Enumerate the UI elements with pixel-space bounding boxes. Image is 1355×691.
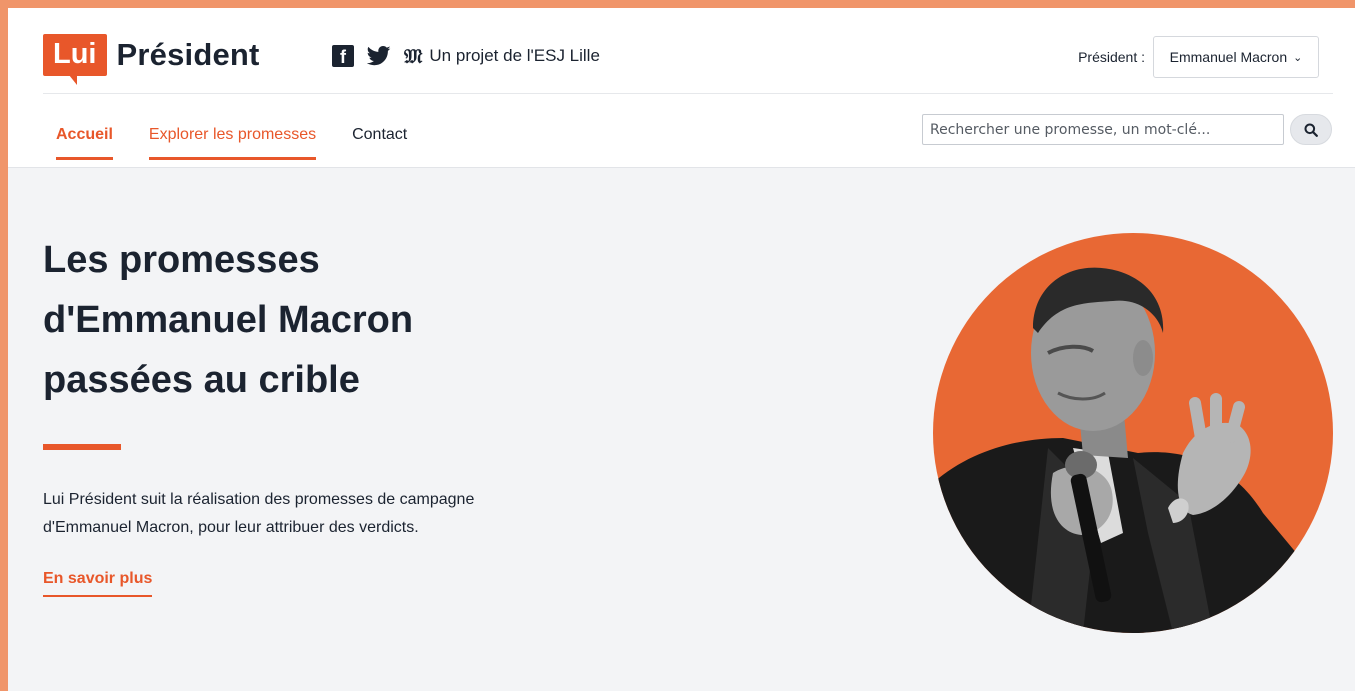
chevron-down-icon: ⌄	[1293, 51, 1303, 64]
search-icon	[1304, 123, 1318, 137]
president-portrait	[933, 233, 1333, 633]
main-nav: Accueil Explorer les promesses Contact	[43, 126, 443, 160]
logo-badge: Lui	[43, 34, 107, 85]
le-monde-icon[interactable]: 𝔐	[404, 44, 422, 68]
portrait-illustration	[933, 267, 1333, 633]
nav-item-accueil[interactable]: Accueil	[56, 126, 113, 160]
hero-accent-rule	[43, 444, 121, 450]
hero-description: Lui Président suit la réalisation des pr…	[43, 486, 563, 542]
nav-item-explorer[interactable]: Explorer les promesses	[148, 126, 317, 160]
hero-description-line: Lui Président suit la réalisation des pr…	[43, 491, 475, 508]
president-label: Président :	[1078, 49, 1145, 65]
project-credit: Un projet de l'ESJ Lille	[429, 46, 600, 65]
facebook-icon[interactable]: f	[332, 45, 354, 67]
learn-more-link[interactable]: En savoir plus	[43, 570, 153, 597]
search-input[interactable]	[922, 114, 1284, 145]
nav-item-contact[interactable]: Contact	[352, 126, 407, 160]
hero-title-line: Les promesses	[43, 239, 320, 281]
president-selected-value: Emmanuel Macron	[1169, 49, 1288, 65]
search-button[interactable]	[1290, 114, 1332, 145]
logo-wordmark: Président	[116, 37, 260, 72]
header-divider	[43, 93, 1333, 94]
page-frame: Lui Président f 𝔐 Un projet de l'ESJ Lil…	[8, 8, 1355, 691]
site-logo[interactable]: Lui Président	[43, 34, 260, 85]
hero-title-line: passées au crible	[43, 359, 360, 401]
site-header: Lui Président f 𝔐 Un projet de l'ESJ Lil…	[8, 8, 1355, 168]
twitter-icon[interactable]	[367, 46, 391, 66]
hero-title-line: d'Emmanuel Macron	[43, 299, 414, 341]
social-links: f 𝔐 Un projet de l'ESJ Lille	[332, 44, 600, 68]
president-select[interactable]: Emmanuel Macron ⌄	[1153, 36, 1319, 78]
hero-title: Les promesses d'Emmanuel Macron passées …	[43, 230, 563, 410]
hero-description-line: d'Emmanuel Macron, pour leur attribuer d…	[43, 519, 419, 536]
